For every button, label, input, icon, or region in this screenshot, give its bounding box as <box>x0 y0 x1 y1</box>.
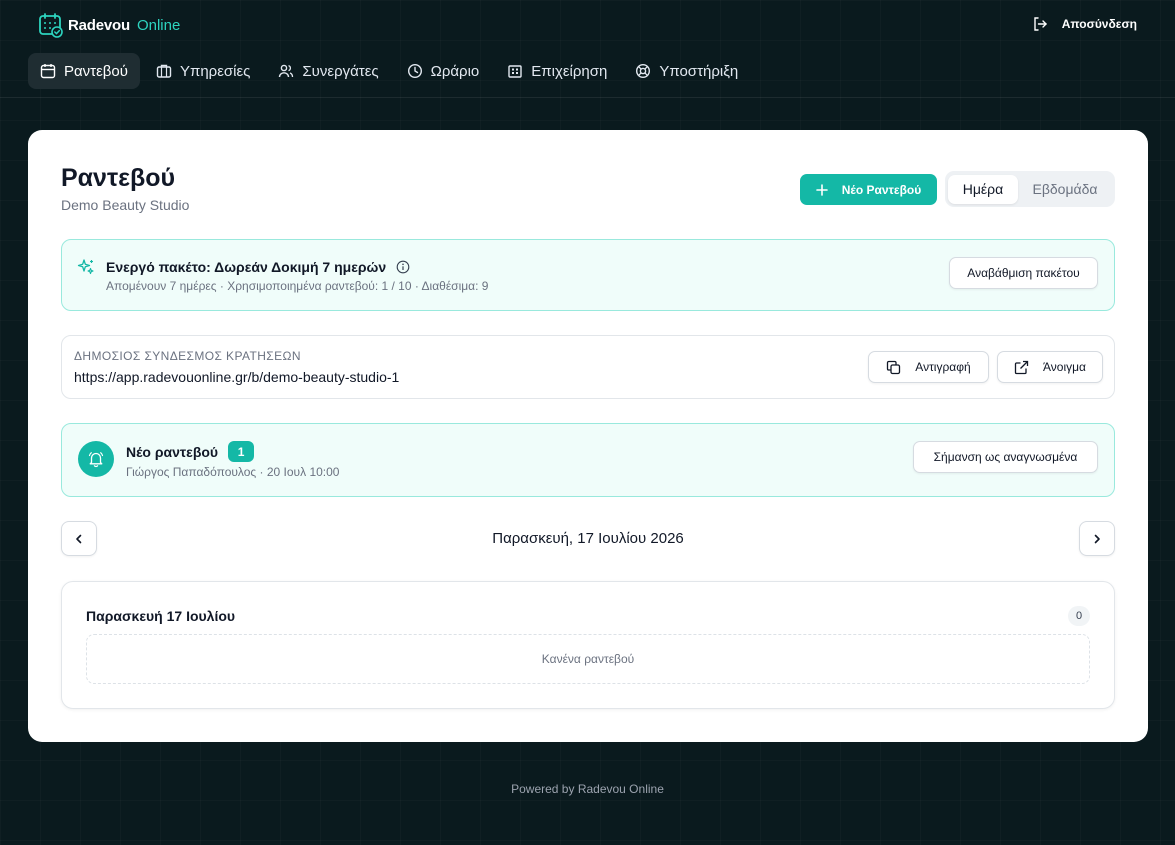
appointments-card: Ραντεβού Demo Beauty Studio Νέο Ραντεβού… <box>28 130 1148 742</box>
nav-label: Επιχείρηση <box>531 62 608 80</box>
public-link-label: ΔΗΜΟΣΙΟΣ ΣΥΝΔΕΣΜΟΣ ΚΡΑΤΗΣΕΩΝ <box>74 349 301 363</box>
calendar-icon <box>40 64 56 79</box>
notification-count-badge: 1 <box>228 441 255 462</box>
copy-link-button[interactable]: Αντιγραφή <box>868 351 989 383</box>
nav-item-schedule[interactable]: Ωράριο <box>395 53 492 89</box>
main-nav: Ραντεβού Υπηρεσίες Συνεργάτες Ωράριο Επι… <box>28 53 754 89</box>
chevron-right-icon <box>1094 534 1100 543</box>
copy-icon <box>887 360 901 374</box>
nav-item-business[interactable]: Επιχείρηση <box>495 53 619 89</box>
brand[interactable]: Radevou Online <box>38 12 180 38</box>
public-link-box: ΔΗΜΟΣΙΟΣ ΣΥΝΔΕΣΜΟΣ ΚΡΑΤΗΣΕΩΝ https://app… <box>61 335 1115 399</box>
page-subtitle: Demo Beauty Studio <box>61 197 190 213</box>
open-link-label: Άνοιγμα <box>1043 360 1086 374</box>
empty-state: Κανένα ραντεβού <box>86 634 1090 684</box>
new-appointment-label: Νέο Ραντεβού <box>841 182 922 197</box>
nav-item-services[interactable]: Υπηρεσίες <box>144 53 262 89</box>
current-date: Παρασκευή, 17 Ιουλίου 2026 <box>492 530 684 547</box>
footer-text: Powered by Radevou Online <box>511 782 664 796</box>
info-icon[interactable] <box>396 260 410 274</box>
brand-sub: Online <box>136 16 181 34</box>
users-icon <box>279 64 294 78</box>
mark-read-button[interactable]: Σήμανση ως αναγνωσμένα <box>913 441 1098 473</box>
nav-item-appointments[interactable]: Ραντεβού <box>28 53 140 89</box>
external-link-icon <box>1014 360 1029 374</box>
plan-title: Ενεργό πακέτο: Δωρεάν Δοκιμή 7 ημερών <box>106 259 410 275</box>
day-title: Παρασκευή 17 Ιουλίου <box>86 608 236 624</box>
mark-read-label: Σήμανση ως αναγνωσμένα <box>933 450 1078 464</box>
nav-label: Ραντεβού <box>64 62 128 80</box>
day-appointments-panel: Παρασκευή 17 Ιουλίου 0 Κανένα ραντεβού <box>61 581 1115 709</box>
plus-icon <box>815 183 828 196</box>
nav-label: Ωράριο <box>430 62 480 80</box>
plan-title-text: Ενεργό πακέτο: Δωρεάν Δοκιμή 7 ημερών <box>106 259 387 275</box>
notification-title-text: Νέο ραντεβού <box>126 443 219 460</box>
open-link-button[interactable]: Άνοιγμα <box>997 351 1103 383</box>
top-bar: Radevou Online Αποσύνδεση Ραντεβού Υπηρε… <box>0 0 1175 98</box>
public-link-url: https://app.radevouonline.gr/b/demo-beau… <box>74 369 400 385</box>
copy-link-label: Αντιγραφή <box>915 360 971 374</box>
notification-meta: Γιώργος Παπαδόπουλος · 20 Ιουλ 10:00 <box>126 465 340 479</box>
day-count-badge: 0 <box>1068 606 1090 626</box>
bell-icon <box>78 441 114 477</box>
clock-icon <box>407 63 422 79</box>
briefcase-icon <box>156 64 172 78</box>
logout-label: Αποσύνδεση <box>1061 17 1137 31</box>
building-icon <box>508 65 522 78</box>
upgrade-plan-button[interactable]: Αναβάθμιση πακέτου <box>949 257 1098 289</box>
notification-banner: Νέο ραντεβού 1 Γιώργος Παπαδόπουλος · 20… <box>61 423 1115 497</box>
logout-button[interactable]: Αποσύνδεση <box>1032 16 1137 32</box>
page-title: Ραντεβού <box>61 164 176 192</box>
view-toggle-day[interactable]: Ημέρα <box>948 174 1018 204</box>
plan-meta: Απομένουν 7 ημέρες · Χρησιμοποιημένα ραν… <box>106 279 489 293</box>
nav-item-partners[interactable]: Συνεργάτες <box>266 53 390 89</box>
nav-label: Υποστήριξη <box>659 62 739 80</box>
nav-item-support[interactable]: Υποστήριξη <box>623 53 750 89</box>
next-day-button[interactable] <box>1079 521 1115 556</box>
view-toggle: Ημέρα Εβδομάδα <box>945 171 1115 207</box>
calendar-check-logo-icon <box>39 13 63 38</box>
new-appointment-button[interactable]: Νέο Ραντεβού <box>800 174 937 205</box>
upgrade-plan-label: Αναβάθμιση πακέτου <box>967 266 1080 280</box>
logout-icon <box>1034 17 1047 31</box>
nav-label: Συνεργάτες <box>302 62 379 80</box>
nav-label: Υπηρεσίες <box>179 62 251 80</box>
notification-title: Νέο ραντεβού 1 <box>126 441 255 462</box>
brand-name: Radevou <box>68 16 130 34</box>
lifebuoy-icon <box>636 63 651 79</box>
sparkles-icon <box>77 259 94 275</box>
plan-banner: Ενεργό πακέτο: Δωρεάν Δοκιμή 7 ημερών Απ… <box>61 239 1115 311</box>
view-toggle-week[interactable]: Εβδομάδα <box>1018 175 1112 204</box>
